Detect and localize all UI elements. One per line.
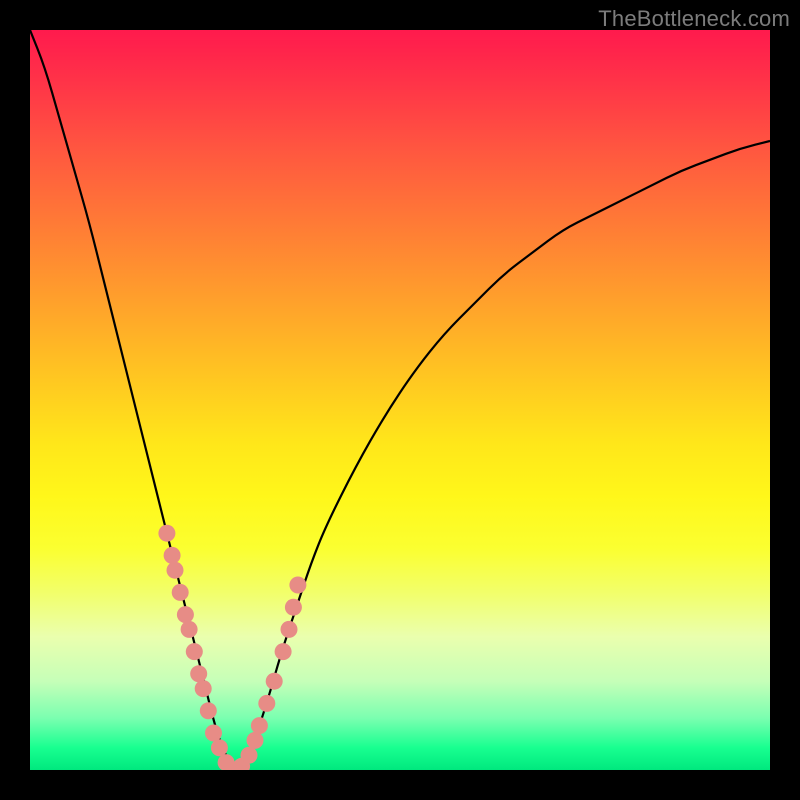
- marker-dot: [172, 584, 189, 601]
- marker-dot: [289, 577, 306, 594]
- marker-dot: [195, 680, 212, 697]
- watermark-text: TheBottleneck.com: [598, 6, 790, 32]
- marker-dot: [285, 599, 302, 616]
- marker-dot: [258, 695, 275, 712]
- marker-dot: [164, 547, 181, 564]
- marker-dot: [266, 673, 283, 690]
- marker-dot: [190, 665, 207, 682]
- marker-dot: [177, 606, 194, 623]
- marker-dot: [186, 643, 203, 660]
- marker-dot: [181, 621, 198, 638]
- curve-markers: [158, 525, 306, 770]
- marker-dot: [205, 725, 222, 742]
- marker-dot: [247, 732, 264, 749]
- marker-dot: [281, 621, 298, 638]
- marker-dot: [167, 562, 184, 579]
- chart-svg: [30, 30, 770, 770]
- marker-dot: [211, 739, 228, 756]
- marker-dot: [200, 702, 217, 719]
- marker-dot: [275, 643, 292, 660]
- marker-dot: [241, 747, 258, 764]
- chart-frame: TheBottleneck.com: [0, 0, 800, 800]
- bottleneck-curve: [30, 30, 770, 768]
- plot-area: [30, 30, 770, 770]
- marker-dot: [251, 717, 268, 734]
- marker-dot: [158, 525, 175, 542]
